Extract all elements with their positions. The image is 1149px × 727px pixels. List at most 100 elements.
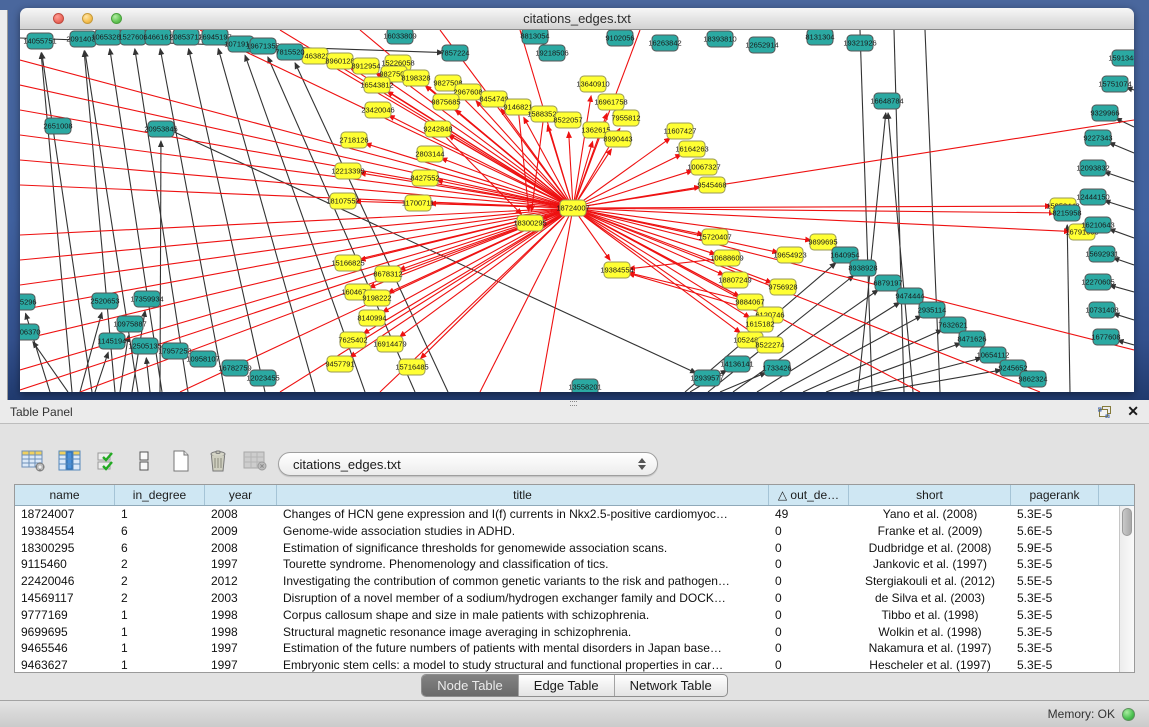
graph-node-teal[interactable]: 17359934 bbox=[130, 291, 163, 307]
graph-node-teal[interactable]: 13558201 bbox=[568, 379, 601, 392]
graph-node-yellow[interactable]: 8990443 bbox=[603, 131, 632, 147]
graph-node-yellow[interactable]: 8912954 bbox=[351, 58, 380, 74]
graph-node-yellow[interactable]: 18107552 bbox=[326, 193, 359, 209]
graph-node-yellow[interactable]: 9457791 bbox=[325, 356, 354, 372]
graph-node-yellow[interactable]: 8522274 bbox=[755, 337, 784, 353]
table-row[interactable]: 946362711997Embryonic stem cells: a mode… bbox=[15, 657, 1134, 673]
graph-node-teal[interactable]: 8471626 bbox=[957, 331, 986, 347]
graph-node-yellow[interactable]: 16543812 bbox=[360, 77, 393, 93]
table-row[interactable]: 911546021997Tourette syndrome. Phenomeno… bbox=[15, 556, 1134, 573]
graph-node-teal[interactable]: 12023455 bbox=[246, 370, 279, 386]
table-row[interactable]: 946554611997Estimation of the future num… bbox=[15, 640, 1134, 657]
close-panel-icon[interactable]: ✕ bbox=[1127, 404, 1139, 418]
graph-node-yellow[interactable]: 2803144 bbox=[415, 146, 444, 162]
graph-node-teal[interactable]: 14055751 bbox=[23, 33, 56, 49]
table-row[interactable]: 1830029562008Estimation of significance … bbox=[15, 540, 1134, 557]
graph-node-teal[interactable]: 8131304 bbox=[805, 30, 834, 45]
graph-node-yellow[interactable]: 19384554 bbox=[600, 262, 633, 278]
graph-node-yellow[interactable]: 8522057 bbox=[553, 112, 582, 128]
graph-node-teal[interactable]: 9862324 bbox=[1018, 371, 1047, 387]
graph-node-yellow[interactable]: 7955812 bbox=[611, 110, 640, 126]
table-vertical-scrollbar[interactable] bbox=[1119, 506, 1134, 672]
graph-node-yellow[interactable]: 8960128 bbox=[325, 53, 354, 69]
graph-node-teal[interactable]: 12270605 bbox=[1081, 274, 1114, 290]
graph-node-yellow[interactable]: 16914479 bbox=[373, 336, 406, 352]
column-header[interactable]: name bbox=[15, 485, 115, 505]
graph-node-teal[interactable]: 12505135 bbox=[128, 338, 161, 354]
graph-node-teal[interactable]: 7595296 bbox=[20, 294, 37, 310]
delete-rows-icon[interactable] bbox=[205, 448, 231, 474]
graph-node-teal[interactable]: 7815520 bbox=[275, 44, 304, 60]
graph-node-yellow[interactable]: 16961758 bbox=[594, 94, 627, 110]
graph-node-yellow[interactable]: 16164263 bbox=[675, 141, 708, 157]
graph-node-teal[interactable]: 12444150 bbox=[1076, 189, 1109, 205]
table-row[interactable]: 1456911722003Disruption of a novel membe… bbox=[15, 590, 1134, 607]
graph-node-yellow[interactable]: 9242848 bbox=[423, 121, 452, 137]
graph-node-teal[interactable]: 16263842 bbox=[648, 35, 681, 51]
graph-node-yellow[interactable]: 15716485 bbox=[395, 359, 428, 375]
graph-node-yellow[interactable]: 9875685 bbox=[431, 94, 460, 110]
graph-node-yellow[interactable]: 1615182 bbox=[745, 316, 774, 332]
column-header[interactable]: in_degree bbox=[115, 485, 205, 505]
table-row[interactable]: 1938455462009Genome-wide association stu… bbox=[15, 523, 1134, 540]
graph-node-teal[interactable]: 9806370 bbox=[20, 324, 41, 340]
network-window-titlebar[interactable]: citations_edges.txt bbox=[20, 8, 1134, 30]
row-tools-icon[interactable] bbox=[131, 448, 157, 474]
graph-node-teal[interactable]: 1677608 bbox=[1091, 329, 1120, 345]
tab-node-table[interactable]: Node Table bbox=[422, 675, 518, 696]
graph-node-yellow[interactable]: 13640910 bbox=[576, 76, 609, 92]
column-header[interactable]: title bbox=[277, 485, 769, 505]
column-header[interactable]: △ out_de… bbox=[769, 485, 849, 505]
graph-node-yellow[interactable]: 15720407 bbox=[698, 229, 731, 245]
graph-node-teal[interactable]: 20953846 bbox=[144, 121, 177, 137]
graph-node-teal[interactable]: 16210643 bbox=[1081, 217, 1114, 233]
graph-node-teal[interactable]: 2651008 bbox=[43, 118, 72, 134]
graph-node-teal[interactable]: 9474444 bbox=[895, 288, 924, 304]
graph-node-teal[interactable]: 8215958 bbox=[1052, 205, 1081, 221]
graph-node-yellow[interactable]: 9198222 bbox=[362, 290, 391, 306]
graph-node-yellow[interactable]: 18300295 bbox=[513, 215, 546, 231]
edit-columns-icon[interactable] bbox=[94, 448, 120, 474]
network-canvas[interactable]: 1872400774638228960128891295415226058982… bbox=[20, 30, 1134, 392]
graph-node-yellow[interactable]: 8427552 bbox=[410, 170, 439, 186]
graph-node-yellow[interactable]: 10688609 bbox=[710, 250, 743, 266]
graph-node-teal[interactable]: 10958107 bbox=[186, 351, 219, 367]
graph-node-teal[interactable]: 14136141 bbox=[720, 356, 753, 372]
graph-node-teal[interactable]: 1145194 bbox=[98, 333, 127, 349]
graph-node-teal[interactable]: 10731408 bbox=[1085, 302, 1118, 318]
graph-node-teal[interactable]: 2935114 bbox=[918, 302, 947, 318]
graph-node-yellow[interactable]: 10067327 bbox=[687, 159, 720, 175]
graph-node-teal[interactable]: 9227343 bbox=[1083, 130, 1112, 146]
graph-node-teal[interactable]: 12939577 bbox=[690, 370, 723, 386]
graph-node-teal[interactable]: 16033809 bbox=[383, 30, 416, 44]
table-selector-dropdown[interactable]: citations_edges.txt bbox=[278, 452, 658, 476]
graph-node-yellow[interactable]: 8198328 bbox=[401, 70, 430, 86]
table-row[interactable]: 1872400712008Changes of HCN gene express… bbox=[15, 506, 1134, 523]
graph-node-yellow[interactable]: 9756928 bbox=[768, 279, 797, 295]
column-header[interactable]: pagerank bbox=[1011, 485, 1099, 505]
column-header[interactable]: short bbox=[849, 485, 1011, 505]
graph-node-teal[interactable]: 12093832 bbox=[1076, 160, 1109, 176]
create-table-icon[interactable] bbox=[168, 448, 194, 474]
graph-node-yellow[interactable]: 7625402 bbox=[338, 332, 367, 348]
graph-node-teal[interactable]: 12652914 bbox=[745, 37, 778, 53]
graph-node-yellow[interactable]: 18724007 bbox=[556, 200, 589, 216]
graph-node-teal[interactable]: 9102056 bbox=[605, 30, 634, 46]
graph-node-yellow[interactable]: 19654923 bbox=[773, 247, 806, 263]
graph-node-teal[interactable]: 15751074 bbox=[1098, 76, 1131, 92]
table-row[interactable]: 2242004622012Investigating the contribut… bbox=[15, 573, 1134, 590]
table-row[interactable]: 969969511998Structural magnetic resonanc… bbox=[15, 624, 1134, 641]
scrollbar-thumb[interactable] bbox=[1122, 508, 1132, 536]
destroy-table-icon[interactable] bbox=[242, 448, 268, 474]
graph-node-teal[interactable]: 19218506 bbox=[535, 45, 568, 61]
graph-node-teal[interactable]: 18393810 bbox=[703, 31, 736, 47]
tab-network-table[interactable]: Network Table bbox=[614, 675, 727, 696]
graph-node-yellow[interactable]: 9545468 bbox=[697, 177, 726, 193]
graph-node-teal[interactable]: 8813054 bbox=[520, 30, 549, 44]
graph-node-yellow[interactable]: 8678312 bbox=[373, 266, 402, 282]
graph-node-yellow[interactable]: 15166825 bbox=[331, 255, 364, 271]
graph-node-teal[interactable]: 2520653 bbox=[90, 293, 119, 309]
column-header[interactable]: year bbox=[205, 485, 277, 505]
graph-node-teal[interactable]: 10975887 bbox=[113, 316, 146, 332]
panel-resize-grip[interactable] bbox=[570, 401, 577, 406]
